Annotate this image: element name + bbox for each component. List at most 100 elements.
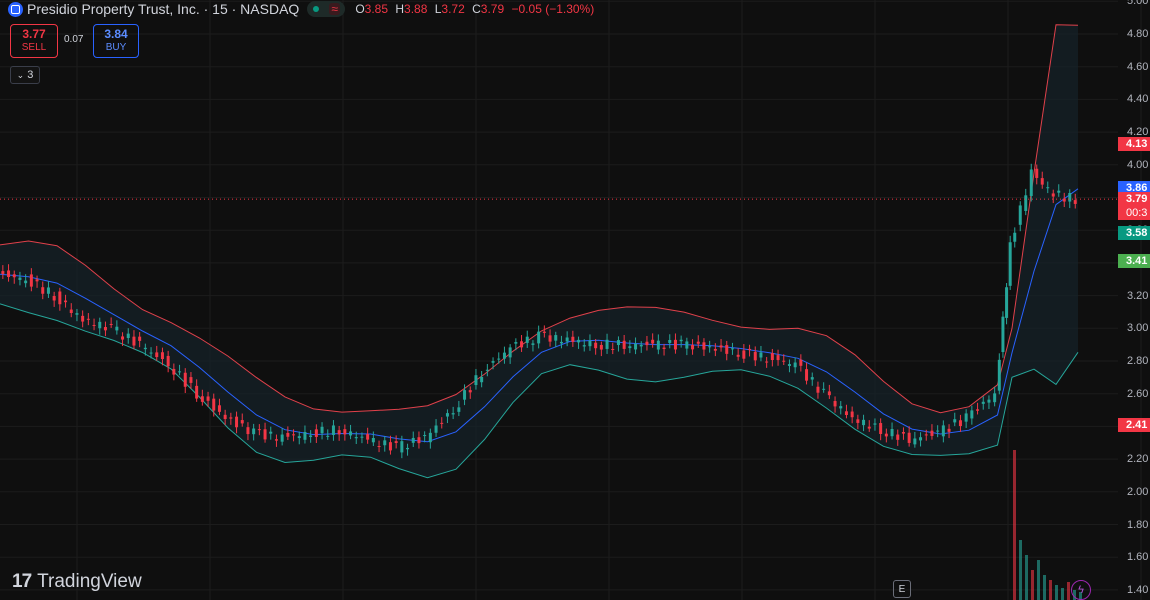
candle-body	[1073, 200, 1077, 204]
band-fill	[0, 24, 1078, 478]
candle-body	[679, 339, 683, 342]
price-tick: 2.20	[1127, 453, 1149, 466]
candle-body	[29, 274, 33, 287]
candle-body	[143, 347, 147, 350]
buy-price: 3.84	[104, 27, 128, 41]
candle-body	[7, 270, 11, 278]
candle-body	[765, 361, 769, 363]
candle-body	[337, 430, 341, 435]
company-logo-icon	[8, 1, 23, 17]
candle-body	[896, 434, 900, 440]
candle-body	[64, 300, 68, 303]
candle-body	[736, 354, 740, 357]
candle-body	[1018, 205, 1022, 225]
ohlc-high-key: H	[395, 2, 405, 16]
candle-body	[1005, 287, 1009, 318]
candle-body	[537, 331, 541, 344]
price-tick: 4.80	[1127, 28, 1149, 40]
indicators-toggle[interactable]: ⌄ 3	[10, 66, 40, 84]
candle-body	[331, 425, 335, 436]
candle-body	[12, 274, 16, 278]
candle-body	[582, 345, 586, 347]
price-tick: 3.00	[1127, 322, 1149, 335]
candle-body	[1013, 232, 1017, 242]
candle-body	[223, 414, 227, 420]
candle-body	[309, 435, 313, 438]
candle-body	[240, 420, 244, 424]
candle-body	[867, 426, 871, 429]
candle-body	[924, 434, 928, 436]
candle-body	[742, 350, 746, 359]
candle-body	[406, 447, 410, 450]
candle-body	[292, 434, 296, 436]
symbol-title[interactable]: Presidio Property Trust, Inc. · 15 · NAS…	[27, 1, 299, 17]
candle-body	[725, 345, 729, 354]
candle-body	[400, 441, 404, 453]
price-chart[interactable]	[0, 0, 1150, 600]
candle-body	[485, 369, 489, 371]
ohlc-open-value: 3.85	[364, 2, 389, 16]
candle-body	[155, 352, 159, 358]
candle-body	[1029, 169, 1033, 197]
candle-body	[810, 377, 814, 380]
candle-body	[24, 280, 28, 284]
ohlc-low-value: 3.72	[441, 2, 465, 16]
volume-bar	[1055, 585, 1058, 600]
candle-body	[1, 271, 5, 274]
candle-body	[474, 375, 478, 386]
candle-body	[599, 344, 603, 350]
candle-body	[343, 429, 347, 435]
tradingview-brand[interactable]: 17 TradingView	[12, 571, 142, 593]
candle-body	[884, 433, 888, 437]
volume-bar	[1049, 580, 1052, 600]
sell-price: 3.77	[22, 27, 46, 41]
wave-icon: ≈	[329, 2, 340, 16]
ohlc-high-value: 3.88	[404, 2, 428, 16]
candle-body	[98, 321, 102, 329]
ohlc-readout: O3.85 H3.88 L3.72 C3.79 −0.05 (−1.30%)	[355, 2, 598, 16]
candle-body	[92, 325, 96, 327]
candle-body	[542, 331, 546, 333]
price-tick: 4.60	[1127, 60, 1149, 73]
sell-button[interactable]: 3.77 SELL	[10, 24, 58, 58]
candle-body	[981, 401, 985, 404]
lightning-icon[interactable]: ϟ	[1071, 580, 1091, 600]
price-tag: 3.79	[1118, 192, 1150, 207]
candle-body	[257, 429, 261, 431]
ohlc-close-value: 3.79	[480, 2, 505, 16]
buy-button[interactable]: 3.84 BUY	[93, 24, 139, 58]
candle-body	[873, 423, 877, 425]
candle-body	[508, 347, 512, 358]
price-tick: 4.00	[1127, 158, 1149, 171]
market-status-pill[interactable]: ≈	[307, 1, 346, 17]
candle-body	[360, 436, 364, 438]
candle-body	[46, 287, 50, 294]
price-tag: 4.13	[1118, 136, 1150, 151]
candle-body	[793, 362, 797, 368]
price-tag: 3.41	[1118, 254, 1150, 269]
candle-body	[86, 318, 90, 320]
candle-body	[748, 348, 752, 351]
candle-body	[662, 347, 666, 350]
candle-body	[411, 437, 415, 443]
candle-body	[913, 438, 917, 445]
events-button[interactable]: E	[893, 580, 911, 598]
candle-body	[195, 385, 199, 399]
candle-body	[622, 340, 626, 349]
candle-body	[121, 336, 125, 340]
candle-body	[930, 430, 934, 436]
candle-body	[850, 411, 854, 418]
candle-body	[166, 355, 170, 367]
candle-body	[274, 439, 278, 441]
candle-body	[890, 429, 894, 437]
candle-body	[491, 361, 495, 363]
candle-body	[656, 340, 660, 350]
candle-body	[246, 427, 250, 435]
candle-body	[109, 323, 113, 325]
candle-body	[1051, 193, 1055, 197]
candle-body	[138, 336, 142, 341]
candle-body	[440, 422, 444, 424]
candle-body	[753, 351, 757, 361]
volume-bar	[1031, 570, 1034, 600]
candle-body	[833, 401, 837, 407]
